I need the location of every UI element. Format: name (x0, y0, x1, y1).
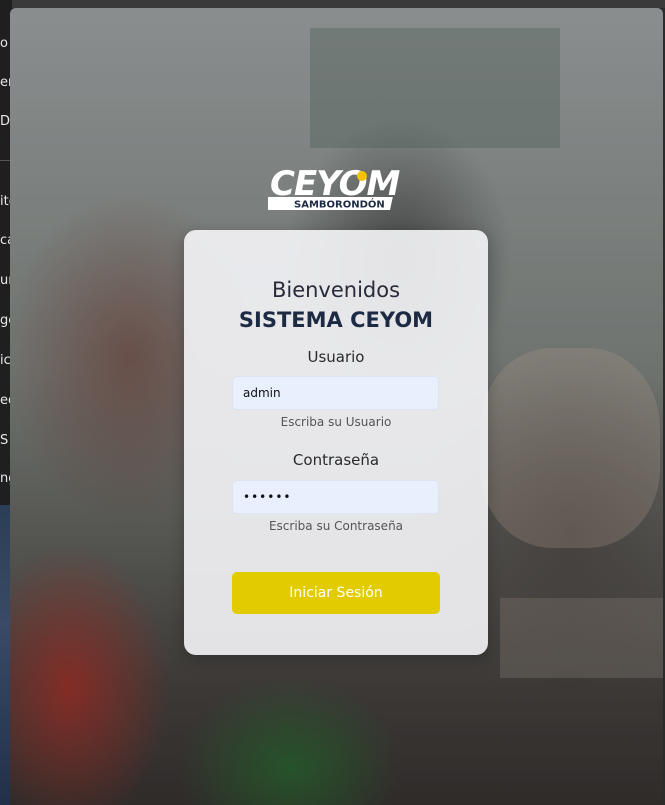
password-input[interactable]: •••••• (232, 480, 439, 514)
password-label: Contraseña (292, 451, 380, 469)
username-input[interactable]: admin (232, 376, 439, 410)
welcome-heading: Bienvenidos (271, 278, 401, 302)
login-card: Bienvenidos SISTEMA CEYOM Usuario admin … (184, 230, 488, 655)
login-page: CEYOM SAMBORONDÓN Bienvenidos SISTEMA CE… (10, 8, 663, 805)
system-title: SISTEMA CEYOM (238, 308, 434, 332)
username-hint: Escriba su Usuario (280, 415, 392, 429)
svg-text:SAMBORONDÓN: SAMBORONDÓN (294, 198, 385, 211)
window-top-bar (0, 0, 665, 8)
login-button[interactable]: Iniciar Sesión (232, 572, 440, 614)
ceyom-logo: CEYOM SAMBORONDÓN (262, 163, 408, 213)
password-hint: Escriba su Contraseña (268, 519, 404, 533)
username-label: Usuario (307, 348, 365, 366)
